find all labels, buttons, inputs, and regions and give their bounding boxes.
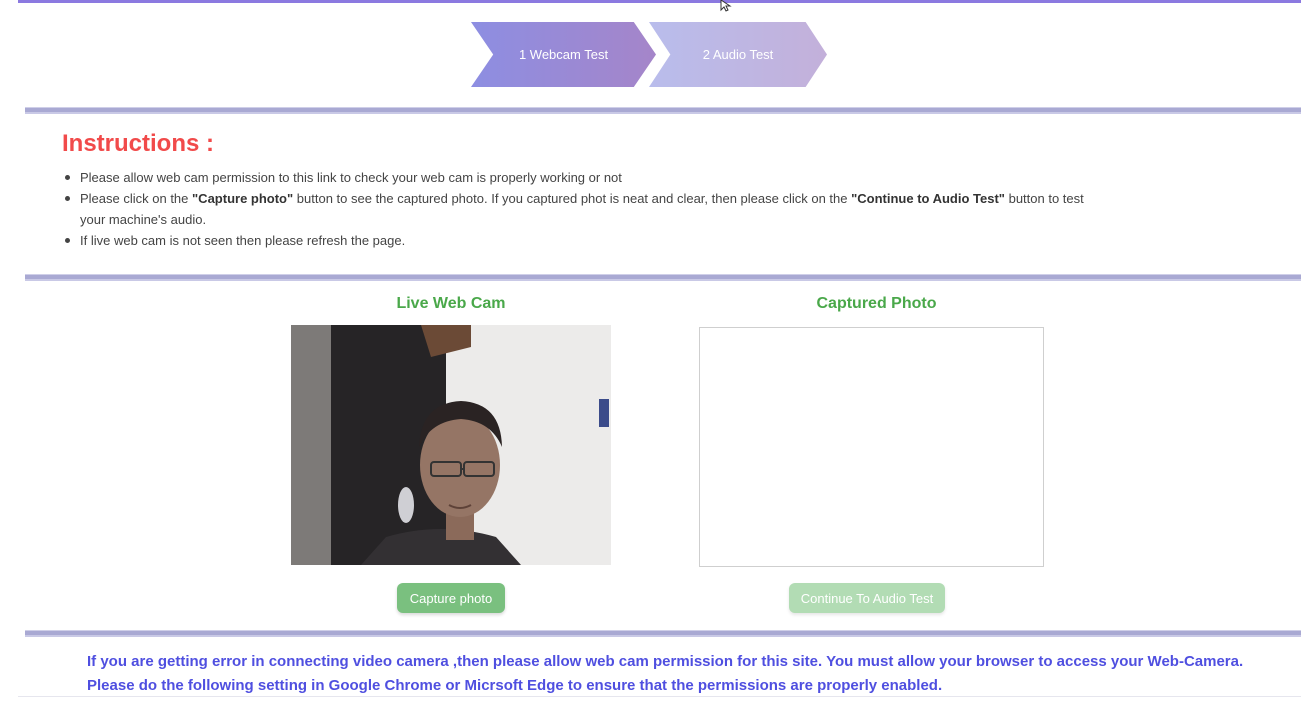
step-label: 1 Webcam Test [518,47,609,62]
instructions-title: Instructions : [62,130,215,157]
section-divider [25,107,1301,114]
top-accent-bar [18,0,1301,3]
capture-photo-button[interactable]: Capture photo [397,583,505,613]
webcam-video-image [291,325,611,565]
captured-photo-title: Captured Photo [816,295,937,312]
step-audio-test[interactable]: 2 Audio Test [649,22,827,87]
camera-error-message: If you are getting error in connecting v… [87,650,1301,698]
instructions-list: Please allow web cam permission to this … [65,167,1090,251]
mouse-cursor-icon [720,0,732,12]
test-steps: 1 Webcam Test 2 Audio Test [471,22,831,87]
step-label: 2 Audio Test [702,47,774,62]
live-webcam-title: Live Web Cam [396,295,506,312]
bottom-divider [18,696,1301,697]
live-webcam-feed [291,325,611,565]
captured-photo-box [699,327,1044,567]
step-webcam-test[interactable]: 1 Webcam Test [471,22,656,87]
section-divider [25,630,1301,637]
error-line: Please do the following setting in Googl… [87,677,943,694]
webcam-test-page: 1 Webcam Test 2 Audio Test Instructions … [0,0,1301,705]
instruction-item: Please allow web cam permission to this … [65,167,1090,188]
section-divider [25,274,1301,281]
error-line: If you are getting error in connecting v… [87,653,1244,670]
continue-to-audio-test-button[interactable]: Continue To Audio Test [789,583,945,613]
instruction-item: If live web cam is not seen then please … [65,230,1090,251]
instruction-item: Please click on the "Capture photo" butt… [65,188,1090,230]
